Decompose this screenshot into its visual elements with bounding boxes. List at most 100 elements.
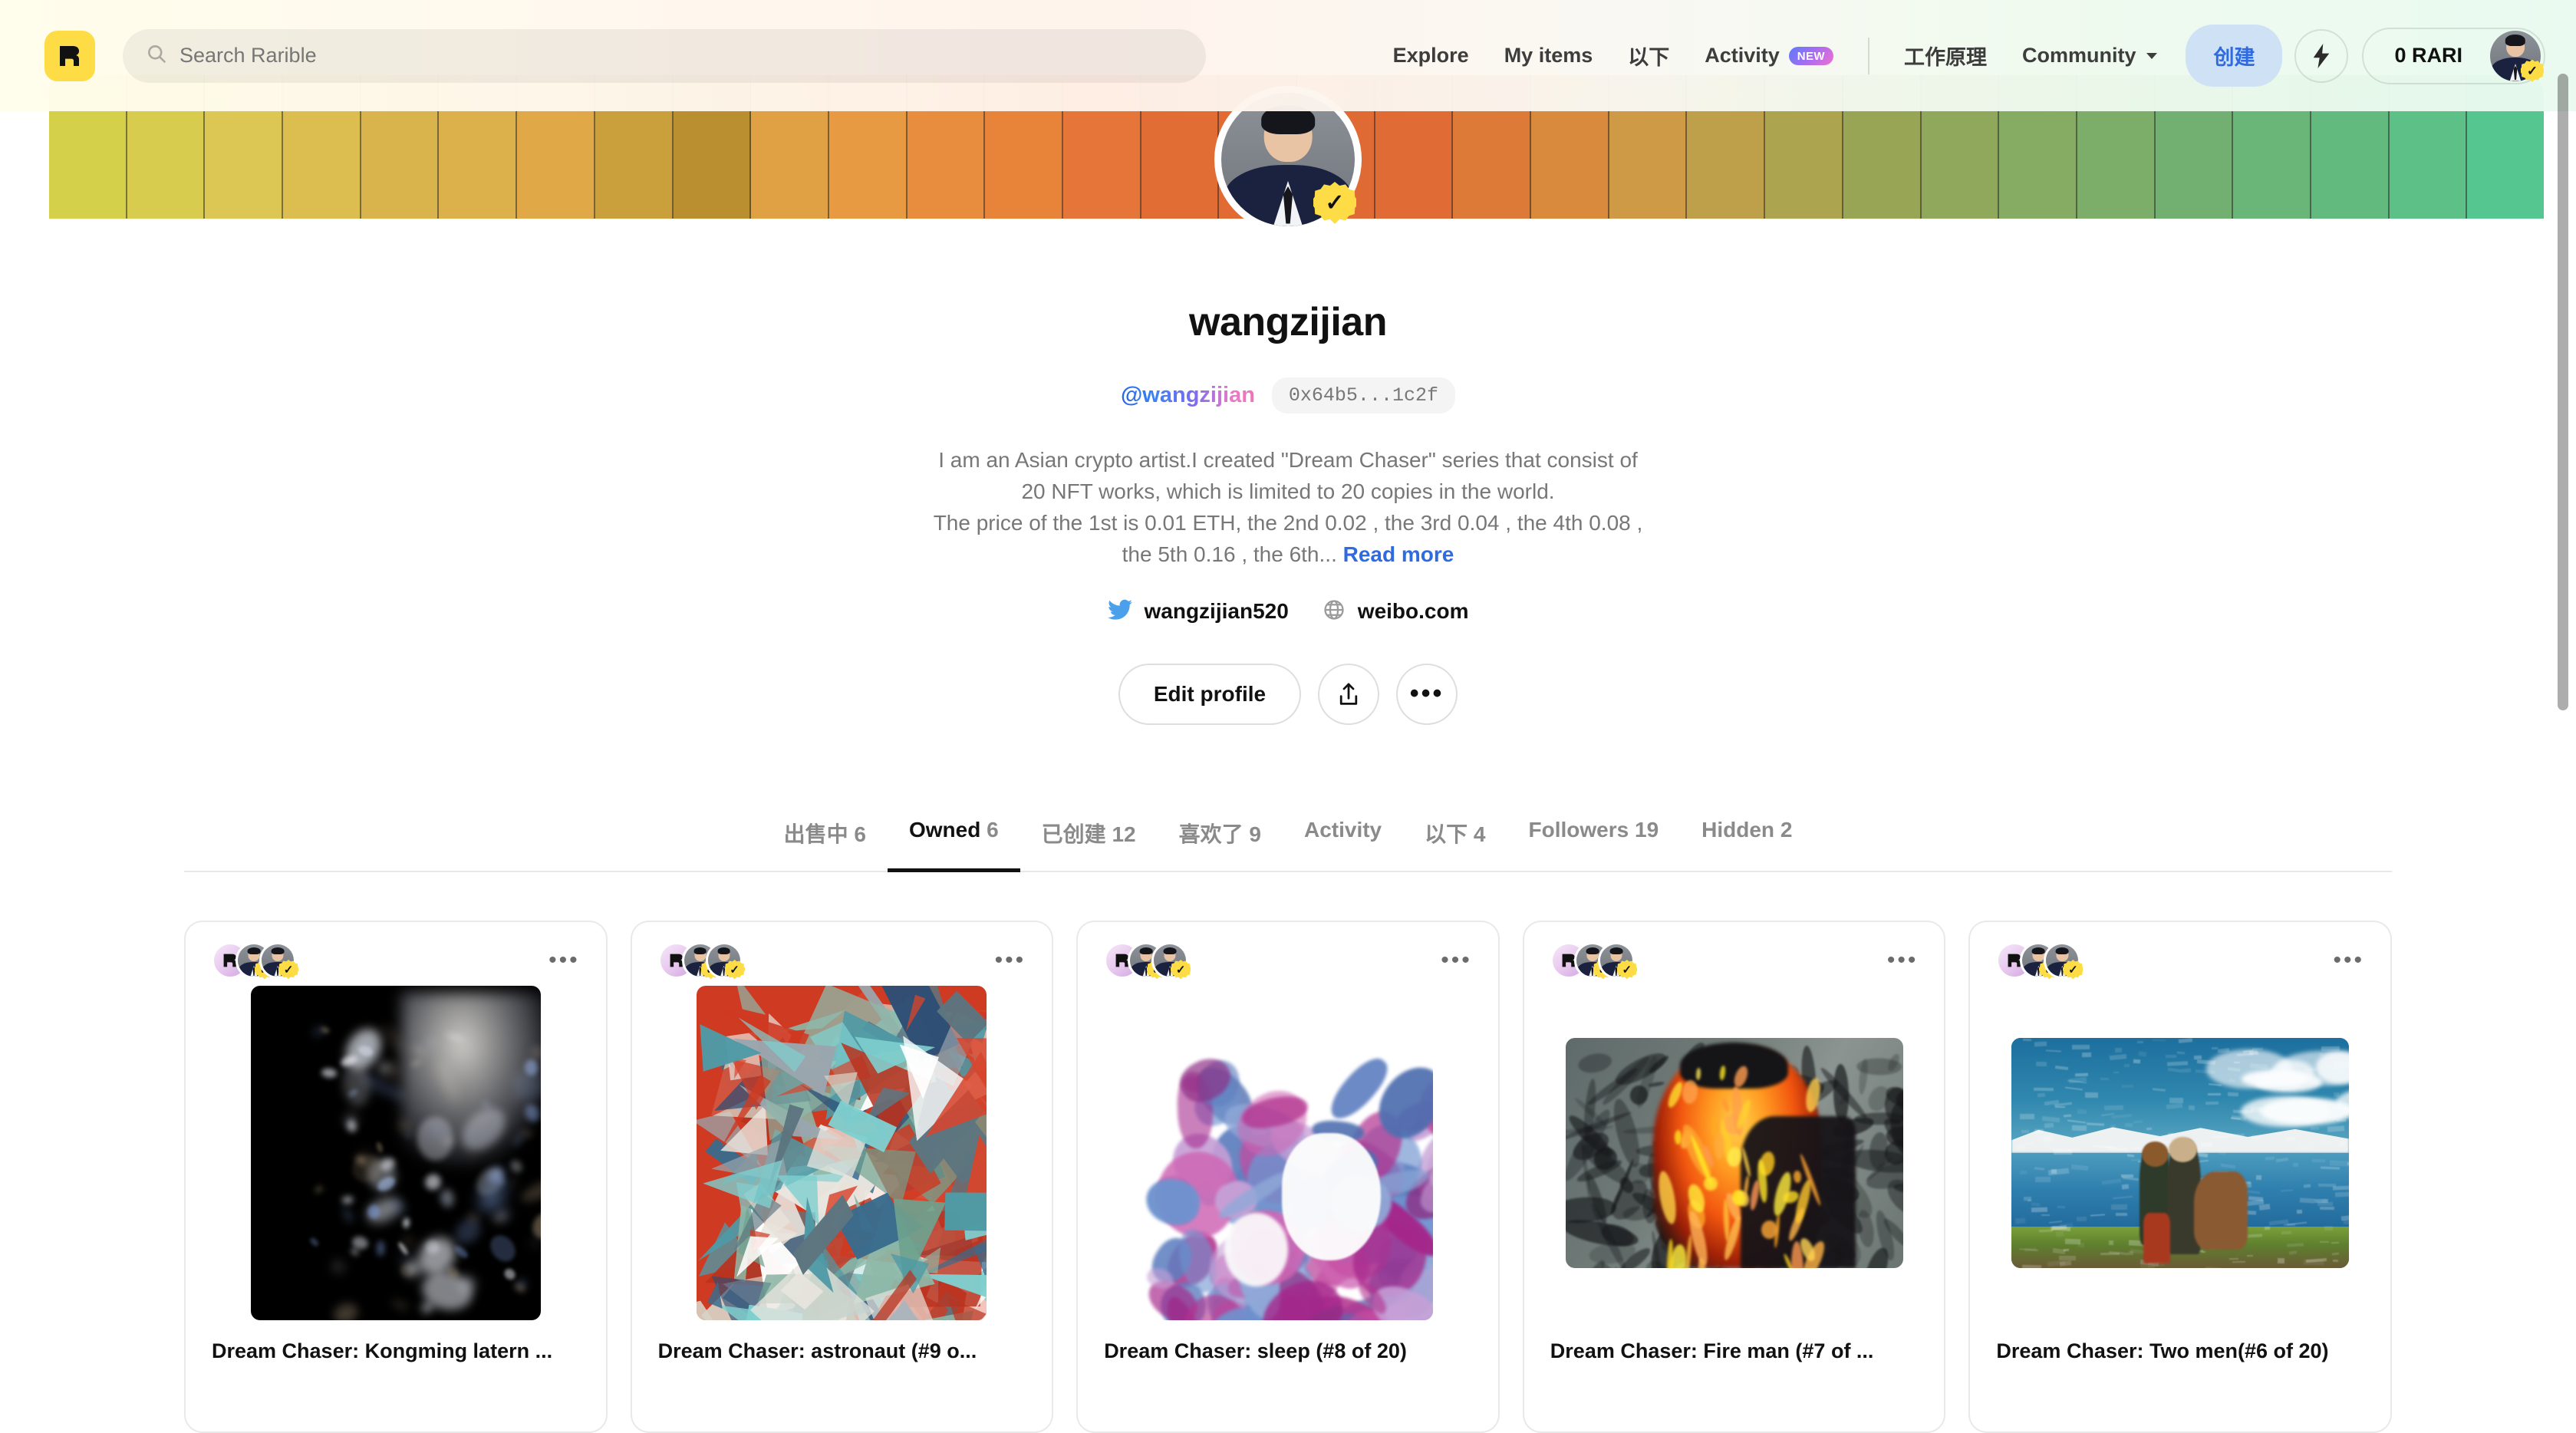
nav-label: Explore: [1392, 44, 1469, 67]
social-link-website[interactable]: weibo.com: [1323, 598, 1469, 625]
nav-item-community[interactable]: Community: [2004, 44, 2176, 68]
tab-4[interactable]: Activity: [1283, 805, 1403, 872]
tab-label: Followers: [1528, 818, 1629, 842]
nft-artwork: [250, 986, 541, 1320]
tab-1[interactable]: Owned 6: [887, 805, 1020, 872]
nav-label: Activity: [1705, 44, 1780, 67]
more-horizontal-icon[interactable]: •••: [1396, 663, 1458, 725]
nft-artwork: [2011, 1038, 2350, 1268]
card-more-icon[interactable]: •••: [995, 949, 1026, 972]
nav-label: My items: [1504, 44, 1593, 67]
nft-card-grid: ✓✓•••Dream Chaser: Kongming latern ...✓✓…: [184, 921, 2392, 1433]
avatar-stack[interactable]: ✓✓: [1550, 942, 1637, 980]
wallet-balance: 0 RARI: [2394, 44, 2462, 67]
handle-row: @wangzijian 0x64b5...1c2f: [1121, 377, 1455, 413]
header-nav: Explore My items 以下 Activity NEW 工作原理 Co…: [1375, 25, 2545, 87]
new-badge: NEW: [1788, 46, 1833, 65]
tab-label: 以下: [1425, 822, 1468, 846]
page-scrollbar[interactable]: [2558, 74, 2568, 710]
card-more-icon[interactable]: •••: [2333, 949, 2364, 972]
nav-item-how-it-works[interactable]: 工作原理: [1886, 41, 2004, 71]
lightning-bolt-icon[interactable]: [2294, 28, 2349, 83]
avatar-stack[interactable]: ✓✓: [657, 942, 745, 980]
tab-5[interactable]: 以下 4: [1403, 805, 1507, 872]
social-links: wangzijian520 weibo.com: [1107, 598, 1469, 625]
nav-label: Community: [2021, 44, 2136, 67]
tabs-list: 出售中 6 Owned 6 已创建 12 喜欢了 9 Activity 以下 4 Follo…: [184, 805, 2392, 872]
avatar-stack[interactable]: ✓✓: [1996, 942, 2084, 980]
tab-count: 6: [980, 818, 999, 842]
nft-artwork-wrap: [1970, 979, 2390, 1313]
nav-item-explore[interactable]: Explore: [1375, 44, 1487, 68]
globe-icon: [1323, 598, 1346, 625]
share-upload-icon[interactable]: [1318, 663, 1380, 725]
tab-label: Activity: [1303, 818, 1382, 842]
card-header: ✓✓ •••: [632, 922, 1052, 980]
avatar[interactable]: ✓: [2490, 30, 2544, 82]
nft-artwork-wrap: [186, 979, 606, 1320]
tab-label: Hidden: [1701, 818, 1775, 842]
nft-card-title: Dream Chaser: sleep (#8 of 20): [1104, 1339, 1407, 1362]
card-more-icon[interactable]: •••: [1887, 949, 1919, 972]
tab-count: 4: [1468, 822, 1486, 846]
nft-artwork-wrap: [1524, 979, 1945, 1313]
tab-2[interactable]: 已创建 12: [1020, 805, 1158, 872]
card-more-icon[interactable]: •••: [1441, 949, 1472, 972]
nft-card[interactable]: ✓✓ ••• Dream Chaser: Fire man (#7 of ...: [1522, 921, 1946, 1433]
nft-artwork: [1142, 986, 1433, 1320]
card-more-icon[interactable]: •••: [548, 949, 580, 972]
bio-line-1: I am an Asian crypto artist.I created "D…: [938, 448, 1638, 504]
tab-label: 喜欢了: [1178, 822, 1244, 846]
read-more-link[interactable]: Read more: [1343, 542, 1454, 566]
search-bar[interactable]: [123, 28, 1206, 83]
tab-count: 9: [1243, 822, 1261, 846]
social-label: wangzijian520: [1144, 599, 1289, 624]
tab-7[interactable]: Hidden 2: [1680, 805, 1813, 872]
social-link-twitter[interactable]: wangzijian520: [1107, 599, 1289, 624]
tab-3[interactable]: 喜欢了 9: [1158, 805, 1283, 872]
card-header: ✓✓ •••: [1970, 922, 2390, 980]
owner-avatar: ✓: [705, 942, 745, 980]
nft-card-title: Dream Chaser: Kongming latern ...: [212, 1339, 553, 1362]
wallet-address-chip[interactable]: 0x64b5...1c2f: [1271, 377, 1455, 413]
edit-profile-button[interactable]: Edit profile: [1118, 663, 1302, 725]
nft-card-title: Dream Chaser: astronaut (#9 o...: [657, 1339, 977, 1362]
nft-card[interactable]: ✓✓ ••• Dream Chaser: Kongming latern ...: [184, 921, 608, 1433]
nav-item-my-items[interactable]: My items: [1487, 44, 1611, 68]
nav-label: 工作原理: [1903, 46, 1987, 69]
twitter-icon: [1107, 599, 1132, 624]
profile-tabs: 出售中 6 Owned 6 已创建 12 喜欢了 9 Activity 以下 4 Follo…: [184, 805, 2392, 872]
tab-count: 12: [1105, 822, 1136, 846]
tab-count: 2: [1774, 818, 1793, 842]
nft-card[interactable]: ✓✓ ••• Dream Chaser: sleep (#8 of 20): [1076, 921, 1500, 1433]
card-header: ✓✓ •••: [1078, 922, 1498, 980]
tab-0[interactable]: 出售中 6: [763, 805, 888, 872]
nft-card[interactable]: ✓✓ ••• Dream Chaser: Two men(#6 of 20): [1968, 921, 2392, 1433]
nft-card-title: Dream Chaser: Two men(#6 of 20): [1996, 1339, 2329, 1362]
nft-card[interactable]: ✓✓ ••• Dream Chaser: astronaut (#9 o...: [630, 921, 1054, 1433]
nav-divider: [1867, 37, 1869, 74]
tab-count: 6: [848, 822, 866, 846]
nav-item-activity[interactable]: Activity NEW: [1687, 44, 1851, 68]
nft-artwork-wrap: [1078, 979, 1498, 1320]
nft-artwork: [697, 986, 987, 1320]
owner-avatar: ✓: [1597, 942, 1637, 980]
tab-6[interactable]: Followers 19: [1507, 805, 1681, 872]
profile-handle[interactable]: @wangzijian: [1121, 383, 1255, 408]
owner-avatar: ✓: [1151, 942, 1191, 980]
card-header: ✓✓ •••: [186, 922, 606, 980]
nav-item-following[interactable]: 以下: [1610, 41, 1687, 71]
nav-label: 以下: [1628, 46, 1670, 69]
rarible-profile-page: Explore My items 以下 Activity NEW 工作原理 Co…: [0, 0, 2576, 1433]
page-title: wangzijian: [1189, 300, 1387, 344]
dots-glyph: •••: [1409, 679, 1444, 709]
avatar-stack[interactable]: ✓✓: [1104, 942, 1191, 980]
rarible-logo-icon[interactable]: [44, 30, 95, 81]
wallet-button[interactable]: 0 RARI ✓: [2362, 27, 2545, 84]
nft-artwork: [1565, 1038, 1903, 1268]
search-input[interactable]: [180, 44, 1183, 68]
create-button[interactable]: 创建: [2186, 25, 2283, 87]
avatar-stack[interactable]: ✓✓: [212, 942, 298, 980]
social-label: weibo.com: [1357, 599, 1469, 624]
search-icon: [146, 43, 167, 68]
